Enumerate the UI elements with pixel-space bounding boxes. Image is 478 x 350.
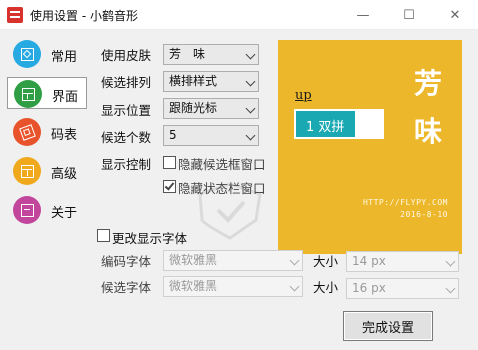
position-value: 跟随光标 bbox=[169, 101, 218, 115]
chevron-down-icon bbox=[245, 76, 256, 87]
preview-candidate-text: 1 双拼 bbox=[306, 120, 345, 135]
preview-char-1: 芳 bbox=[413, 67, 442, 100]
nav-item-about[interactable]: 关于 bbox=[7, 194, 87, 226]
candidate-font-size-label: 大小 bbox=[313, 280, 339, 295]
code-font-value: 微软雅黑 bbox=[169, 253, 218, 267]
candidate-font-size-value: 16 px bbox=[352, 281, 386, 295]
code-font-label: 编码字体 bbox=[101, 254, 152, 269]
candidate-font-label: 候选字体 bbox=[101, 280, 152, 295]
code-font-size-value: 14 px bbox=[352, 254, 386, 268]
table-icon bbox=[13, 118, 41, 146]
code-font-size-label: 大小 bbox=[313, 254, 339, 269]
nav-label-common: 常用 bbox=[51, 50, 78, 65]
nav-item-interface[interactable]: 界面 bbox=[7, 77, 87, 109]
chevron-down-icon bbox=[245, 49, 256, 60]
chevron-down-icon bbox=[445, 256, 456, 267]
skin-preview: up 1 双拼 芳 味 HTTP://FLYPY.COM 2016-8-10 bbox=[278, 40, 462, 254]
count-value: 5 bbox=[169, 128, 177, 142]
candidate-font-select[interactable]: 微软雅黑 bbox=[163, 276, 303, 297]
position-label: 显示位置 bbox=[101, 103, 152, 118]
skin-value: 芳 味 bbox=[169, 47, 206, 61]
nav-item-codetable[interactable]: 码表 bbox=[7, 116, 87, 148]
code-font-size-select[interactable]: 14 px bbox=[346, 251, 459, 272]
hide-candidate-window-checkbox[interactable] bbox=[163, 156, 176, 169]
nav-label-codetable: 码表 bbox=[51, 128, 78, 143]
app-logo-icon bbox=[7, 7, 23, 23]
chevron-down-icon bbox=[289, 255, 300, 266]
chevron-down-icon bbox=[245, 130, 256, 141]
maximize-icon: ☐ bbox=[403, 7, 415, 23]
nav-label-about: 关于 bbox=[51, 206, 78, 221]
minimize-icon: — bbox=[356, 7, 370, 23]
client-area: 常用 界面 码表 高级 关于 使用皮肤 芳 味 候选排列 横排样式 显示位置 跟… bbox=[0, 30, 478, 350]
arrangement-value: 横排样式 bbox=[169, 74, 218, 88]
preview-code-text: up bbox=[295, 88, 312, 103]
window-icon bbox=[13, 157, 41, 185]
checkmark-icon bbox=[164, 180, 175, 191]
count-label: 候选个数 bbox=[101, 130, 152, 145]
hide-candidate-window-label: 隐藏候选框窗口 bbox=[178, 157, 266, 172]
code-font-select[interactable]: 微软雅黑 bbox=[163, 250, 303, 271]
square-icon bbox=[13, 40, 41, 68]
chevron-down-icon bbox=[289, 281, 300, 292]
preview-candidate-box: 1 双拼 bbox=[294, 109, 384, 139]
minimize-button[interactable]: — bbox=[340, 0, 386, 30]
preview-url: HTTP://FLYPY.COM bbox=[362, 198, 448, 207]
preview-cursor-block bbox=[355, 111, 382, 137]
position-select[interactable]: 跟随光标 bbox=[163, 98, 259, 119]
candidate-font-value: 微软雅黑 bbox=[169, 279, 218, 293]
finish-settings-button[interactable]: 完成设置 bbox=[343, 311, 433, 341]
display-control-label: 显示控制 bbox=[101, 157, 152, 172]
window-title: 使用设置 - 小鹤音形 bbox=[30, 9, 138, 23]
arrangement-select[interactable]: 横排样式 bbox=[163, 71, 259, 92]
nav-label-interface: 界面 bbox=[52, 90, 79, 105]
layout-icon bbox=[14, 80, 42, 108]
chevron-down-icon bbox=[245, 103, 256, 114]
candidate-font-size-select[interactable]: 16 px bbox=[346, 278, 459, 299]
skin-select[interactable]: 芳 味 bbox=[163, 44, 259, 65]
hide-status-bar-checkbox[interactable] bbox=[163, 180, 176, 193]
count-select[interactable]: 5 bbox=[163, 125, 259, 146]
title-bar: 使用设置 - 小鹤音形 — ☐ ✕ bbox=[0, 0, 478, 30]
skin-label: 使用皮肤 bbox=[101, 48, 152, 63]
change-font-label: 更改显示字体 bbox=[112, 231, 188, 246]
close-icon: ✕ bbox=[449, 7, 461, 23]
nav-label-advanced: 高级 bbox=[51, 167, 78, 182]
change-font-checkbox[interactable] bbox=[97, 229, 110, 242]
preview-char-2: 味 bbox=[413, 115, 442, 148]
nav-item-advanced[interactable]: 高级 bbox=[7, 155, 87, 187]
about-icon bbox=[13, 196, 41, 224]
arrangement-label: 候选排列 bbox=[101, 75, 152, 90]
maximize-button[interactable]: ☐ bbox=[386, 0, 432, 30]
preview-date: 2016-8-10 bbox=[400, 210, 448, 219]
watermark-shield-icon bbox=[198, 182, 262, 240]
close-button[interactable]: ✕ bbox=[432, 0, 478, 30]
chevron-down-icon bbox=[445, 283, 456, 294]
nav-item-common[interactable]: 常用 bbox=[7, 38, 87, 70]
